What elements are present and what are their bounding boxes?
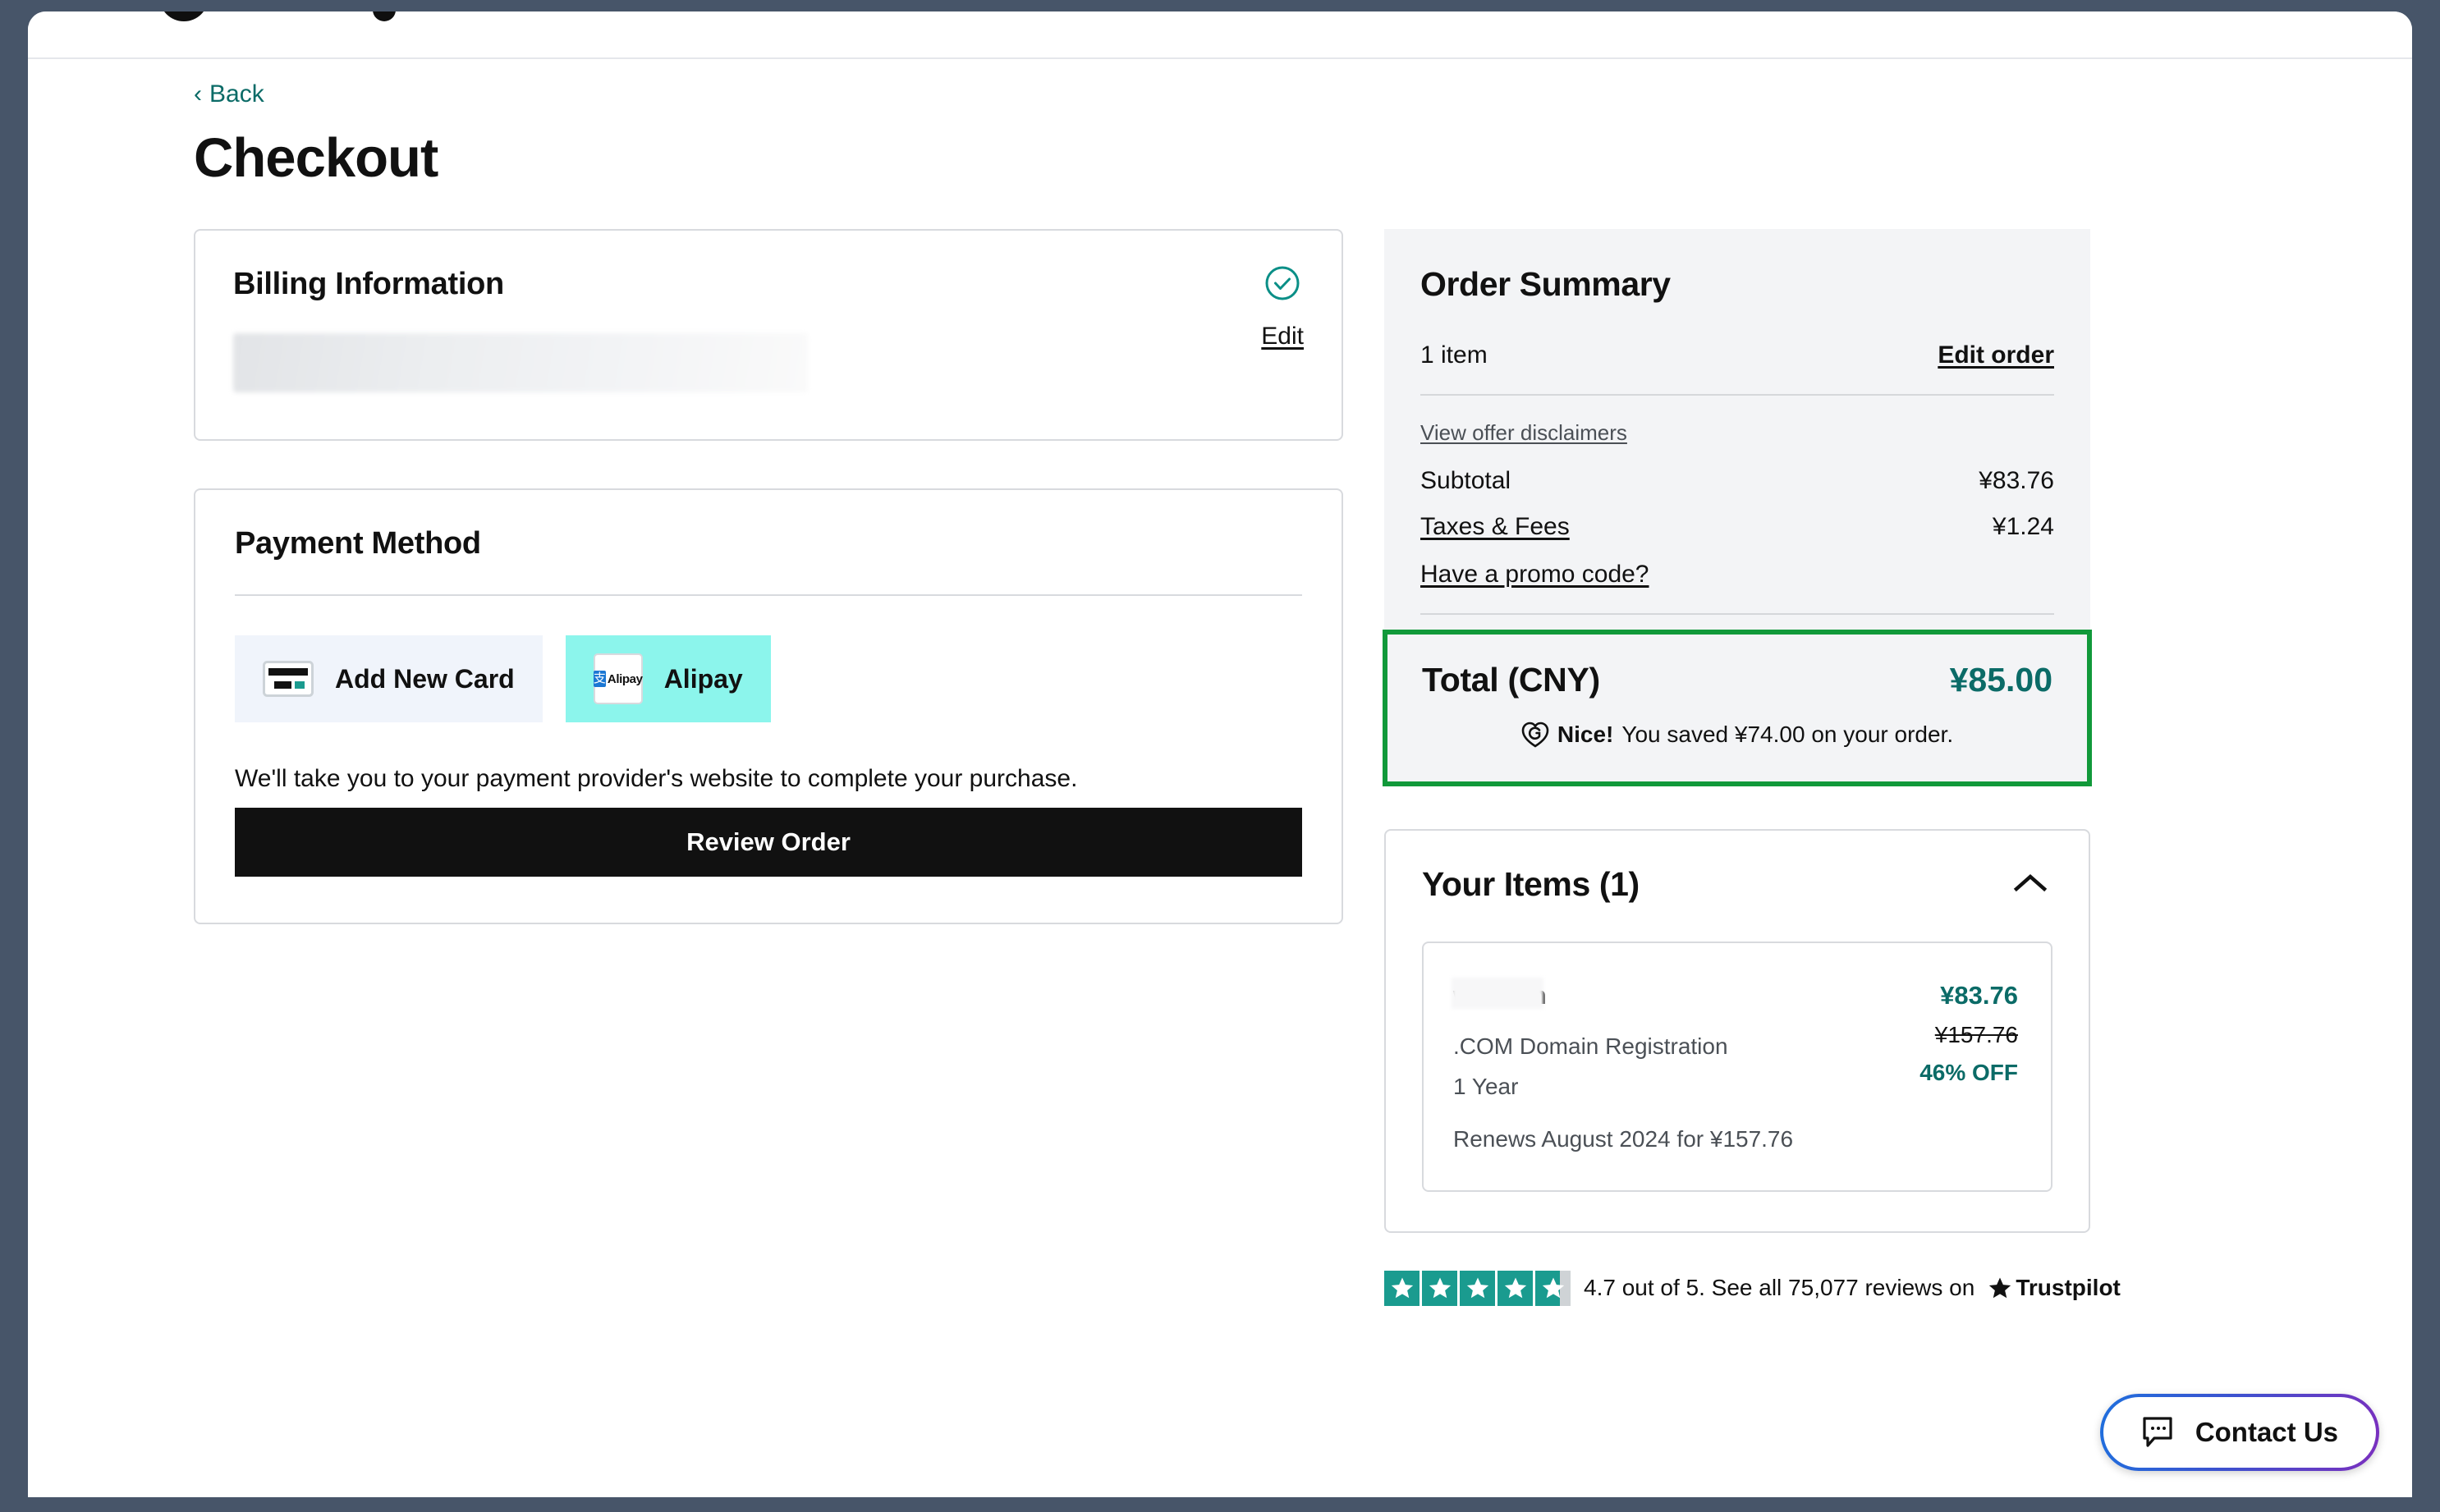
- line-item-discount-badge: 46% OFF: [1919, 1060, 2018, 1086]
- review-order-button[interactable]: Review Order: [235, 808, 1302, 877]
- savings-message: Nice! You saved ¥74.00 on your order.: [1422, 721, 2052, 749]
- savings-prefix: Nice!: [1557, 722, 1613, 748]
- checkout-main-column: Billing Information Edit: [194, 229, 1343, 924]
- billing-heading: Billing Information: [233, 267, 1304, 302]
- line-item: ws.com .COM Domain Registration 1 Year R…: [1422, 942, 2052, 1192]
- line-item-renewal: Renews August 2024 for ¥157.76: [1453, 1126, 1793, 1152]
- taxes-fees-label[interactable]: Taxes & Fees: [1420, 513, 1570, 541]
- payment-provider-note: We'll take you to your payment provider'…: [235, 765, 1302, 793]
- your-items-header: Your Items (1): [1422, 865, 2052, 904]
- line-item-prices: ¥83.76 ¥157.76 46% OFF: [1919, 981, 2018, 1152]
- desktop-background-strip: [0, 1497, 2440, 1512]
- page-body: ‹ Back Checkout Billing Information: [28, 61, 2412, 1448]
- promo-code-link[interactable]: Have a promo code?: [1420, 561, 1649, 589]
- trustpilot-star-partial: [1535, 1271, 1571, 1306]
- order-summary-card: Order Summary 1 item Edit order View off…: [1384, 229, 2090, 785]
- chevron-up-icon: [2013, 873, 2048, 894]
- subtotal-value: ¥83.76: [1979, 467, 2054, 495]
- your-items-collapse-button[interactable]: [2008, 868, 2052, 901]
- total-label: Total (CNY): [1422, 661, 1600, 699]
- payment-option-label: Add New Card: [335, 664, 515, 694]
- alipay-mark: 支: [594, 671, 606, 687]
- alipay-logo-icon: 支 Alipay: [594, 653, 643, 704]
- site-logo-clipped[interactable]: [159, 11, 209, 21]
- alipay-wordmark: Alipay: [608, 672, 643, 686]
- contact-us-button[interactable]: Contact Us: [2100, 1394, 2379, 1471]
- billing-edit-link[interactable]: Edit: [1261, 323, 1304, 351]
- total-divider: [1420, 613, 2054, 615]
- line-item-name-redaction: [1452, 978, 1543, 1009]
- trustpilot-star-filled: [1460, 1271, 1495, 1306]
- line-item-original-price: ¥157.76: [1919, 1022, 2018, 1048]
- contact-us-label: Contact Us: [2195, 1417, 2338, 1448]
- site-wordmark-clipped: [373, 11, 396, 21]
- line-item-info: ws.com .COM Domain Registration 1 Year R…: [1453, 981, 1793, 1152]
- subtotal-row: Subtotal ¥83.76: [1420, 467, 2054, 495]
- godaddy-heart-icon: [1521, 721, 1549, 749]
- trustpilot-stars: [1384, 1271, 1571, 1306]
- taxes-fees-row: Taxes & Fees ¥1.24: [1420, 513, 2054, 541]
- chat-bubble-icon: [2141, 1415, 2177, 1450]
- payment-divider: [235, 594, 1302, 596]
- savings-text: You saved ¥74.00 on your order.: [1621, 722, 1953, 748]
- trustpilot-star-filled: [1422, 1271, 1457, 1306]
- trustpilot-brand-label: Trustpilot: [2016, 1275, 2121, 1301]
- payment-heading: Payment Method: [235, 526, 1302, 561]
- trustpilot-star-filled: [1384, 1271, 1420, 1306]
- billing-details-redacted: [233, 333, 808, 392]
- check-circle-icon: [1264, 265, 1300, 301]
- trustpilot-star-filled: [1497, 1271, 1533, 1306]
- billing-actions: Edit: [1261, 265, 1304, 351]
- offer-disclaimers-link[interactable]: View offer disclaimers: [1420, 420, 1627, 446]
- screen: ‹ Back Checkout Billing Information: [0, 0, 2440, 1512]
- page-title: Checkout: [194, 126, 2254, 190]
- site-header-clipped: [28, 11, 2412, 59]
- payment-option-add-new-card[interactable]: Add New Card: [235, 635, 543, 722]
- line-item-term: 1 Year: [1453, 1069, 1793, 1104]
- trustpilot-star-icon: [1988, 1276, 2012, 1300]
- billing-information-card: Billing Information Edit: [194, 229, 1343, 441]
- trustpilot-text: 4.7 out of 5. See all 75,077 reviews on: [1584, 1275, 1974, 1301]
- edit-order-link[interactable]: Edit order: [1938, 341, 2054, 369]
- your-items-card: Your Items (1): [1384, 829, 2090, 1233]
- line-item-name-wrap: ws.com: [1453, 981, 1547, 1010]
- total-amount: ¥85.00: [1950, 661, 2052, 699]
- payment-option-label: Alipay: [664, 664, 743, 694]
- back-label: Back: [209, 80, 264, 108]
- chevron-left-icon: ‹: [194, 82, 202, 107]
- summary-divider: [1420, 394, 2054, 396]
- subtotal-label: Subtotal: [1420, 467, 1511, 495]
- payment-option-alipay[interactable]: 支 Alipay Alipay: [566, 635, 771, 722]
- payment-method-card: Payment Method: [194, 488, 1343, 924]
- contact-us-inner: Contact Us: [2103, 1397, 2376, 1468]
- back-link[interactable]: ‹ Back: [194, 80, 264, 108]
- taxes-fees-value: ¥1.24: [1993, 513, 2054, 541]
- your-items-title: Your Items (1): [1422, 865, 1640, 904]
- line-item-price: ¥83.76: [1919, 981, 2018, 1010]
- checkout-columns: Billing Information Edit: [194, 229, 2254, 1306]
- line-item-product: .COM Domain Registration: [1453, 1029, 1793, 1064]
- order-total-highlight: Total (CNY) ¥85.00 Nice! You sav: [1383, 630, 2092, 786]
- item-count-row: 1 item Edit order: [1420, 341, 2054, 369]
- payment-method-options: Add New Card 支 Alipay Alipay: [235, 635, 1302, 722]
- total-row: Total (CNY) ¥85.00: [1422, 661, 2052, 699]
- trustpilot-brand: Trustpilot: [1988, 1275, 2121, 1301]
- trustpilot-rating[interactable]: 4.7 out of 5. See all 75,077 reviews on …: [1384, 1271, 2090, 1306]
- browser-window: ‹ Back Checkout Billing Information: [28, 11, 2412, 1497]
- credit-card-icon: [263, 661, 314, 697]
- order-summary-title: Order Summary: [1420, 265, 2054, 304]
- content-container: ‹ Back Checkout Billing Information: [186, 61, 2254, 1306]
- item-count-label: 1 item: [1420, 341, 1488, 369]
- checkout-side-column: Order Summary 1 item Edit order View off…: [1384, 229, 2090, 1306]
